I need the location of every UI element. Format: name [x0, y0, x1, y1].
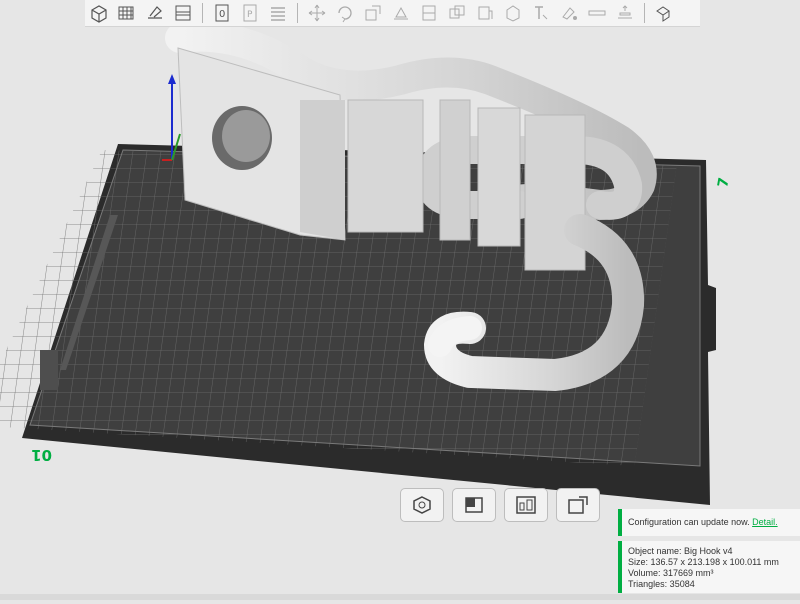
support-paint-icon[interactable]: [473, 2, 497, 24]
text-icon[interactable]: [529, 2, 553, 24]
svg-text:0: 0: [219, 9, 225, 20]
add-plate-icon[interactable]: [115, 2, 139, 24]
object-volume: Volume: 317669 mm³: [628, 568, 714, 578]
toolbar-separator: [644, 3, 645, 23]
view-toolbar: [400, 488, 600, 522]
arrange-icon[interactable]: [171, 2, 195, 24]
object-info-panel: Object name: Big Hook v4 Size: 136.57 x …: [618, 541, 800, 593]
split-objects-icon[interactable]: P: [238, 2, 262, 24]
object-name: Object name: Big Hook v4: [628, 546, 733, 556]
plate-label-left: 01: [31, 446, 52, 464]
seam-paint-icon[interactable]: [501, 2, 525, 24]
color-paint-icon[interactable]: [557, 2, 581, 24]
auto-orient-icon[interactable]: [143, 2, 167, 24]
scale-icon[interactable]: [361, 2, 385, 24]
update-notification-text: Configuration can update now.: [628, 517, 750, 527]
lay-on-face-icon[interactable]: [389, 2, 413, 24]
layers-icon[interactable]: [266, 2, 290, 24]
move-icon[interactable]: [305, 2, 329, 24]
bottom-strip: [0, 594, 800, 600]
rotate-icon[interactable]: [333, 2, 357, 24]
toolbar-separator: [297, 3, 298, 23]
arrange-view-icon[interactable]: [504, 488, 548, 522]
update-notification: Configuration can update now. Detail.: [618, 509, 800, 536]
orient-view-icon[interactable]: [400, 488, 444, 522]
object-triangles: Triangles: 35084: [628, 579, 695, 589]
variable-layer-icon[interactable]: [652, 2, 676, 24]
object-size: Size: 136.57 x 213.198 x 100.011 mm: [628, 557, 779, 567]
plate-number-icon[interactable]: 0: [210, 2, 234, 24]
svg-text:P: P: [247, 10, 253, 20]
boolean-icon[interactable]: [445, 2, 469, 24]
measure-icon[interactable]: [585, 2, 609, 24]
update-detail-link[interactable]: Detail.: [752, 517, 778, 527]
add-cube-icon[interactable]: [87, 2, 111, 24]
cut-icon[interactable]: [417, 2, 441, 24]
auto-rotate-view-icon[interactable]: [556, 488, 600, 522]
assembly-icon[interactable]: [613, 2, 637, 24]
toolbar-separator: [202, 3, 203, 23]
main-toolbar: 0 P: [85, 0, 700, 27]
plate-label-right: 7: [715, 176, 732, 188]
object-view-icon[interactable]: [452, 488, 496, 522]
